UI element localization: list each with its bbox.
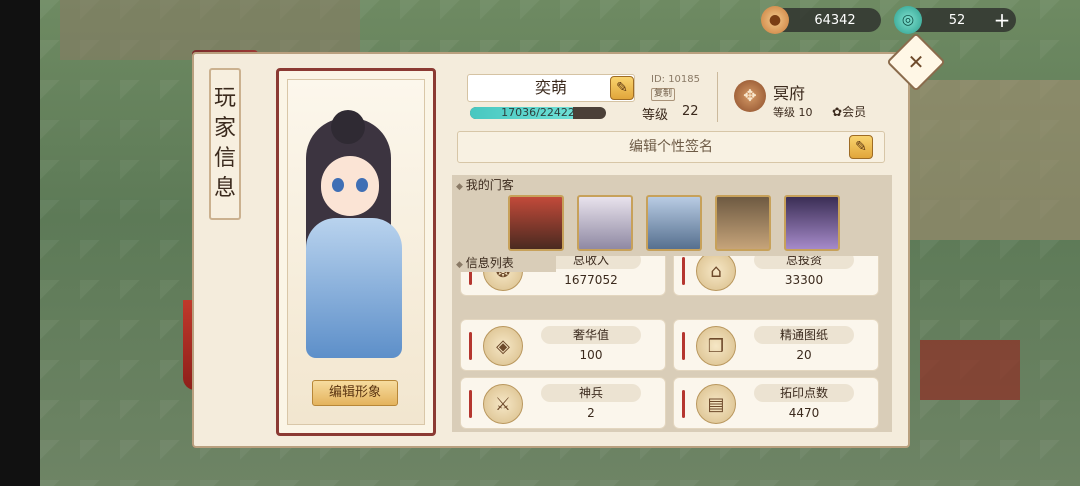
info-label: 奢华值: [541, 326, 641, 344]
guests-header: 我的门客: [456, 176, 514, 194]
panel-title: 玩 家 信 息: [209, 68, 241, 220]
member-icon: ✿: [832, 105, 843, 119]
info-value: 2: [587, 406, 595, 420]
level-label: 等级: [642, 108, 669, 123]
pencil-icon: ✎: [616, 80, 628, 96]
book-icon: ▤: [696, 384, 736, 424]
guest-portrait[interactable]: [508, 195, 564, 251]
signature-field[interactable]: 编辑个性签名: [457, 131, 885, 163]
info-label: 总投资: [754, 256, 854, 269]
background-stall: [920, 340, 1020, 400]
title-char: 家: [213, 116, 236, 141]
info-label: 神兵: [541, 384, 641, 402]
card-accent: [682, 332, 685, 360]
info-card-total-investment: ⌂ 总投资 33300: [673, 256, 879, 296]
guest-portrait[interactable]: [646, 195, 702, 251]
experience-bar: 17036/22422: [470, 107, 606, 119]
info-label: 精通图纸: [754, 326, 854, 344]
info-card-divine-weapons: ⚔ 神兵 2: [460, 377, 666, 429]
info-value: 100: [579, 348, 603, 362]
info-card-rubbing-points: ▤ 拓印点数 4470: [673, 377, 879, 429]
info-header: 信息列表: [456, 254, 556, 272]
info-value: 1677052: [564, 273, 618, 287]
title-char: 玩: [213, 86, 236, 111]
card-accent: [469, 332, 472, 360]
coin-counter[interactable]: ● 64342: [761, 6, 881, 34]
edit-signature-button[interactable]: ✎: [849, 135, 873, 159]
guest-portrait[interactable]: [715, 195, 771, 251]
info-list: ❂ 总收入 1677052 ⌂ 总投资 33300 ◈ 奢华值 100 ❒ 精通…: [452, 256, 892, 432]
info-value: 33300: [784, 273, 824, 287]
info-value: 20: [796, 348, 812, 362]
title-char: 息: [213, 176, 236, 201]
mansion-knot-icon: ✥: [734, 80, 766, 112]
background-building: [890, 80, 1080, 240]
character-face: [321, 156, 379, 216]
experience-text: 17036/22422: [501, 107, 575, 119]
card-accent: [682, 257, 685, 285]
edit-name-button[interactable]: ✎: [610, 76, 634, 100]
divider: [717, 72, 718, 122]
jade-value: 52: [948, 12, 966, 28]
jade-counter[interactable]: ◎ 52 +: [894, 6, 1016, 34]
treasure-icon: ◈: [483, 326, 523, 366]
character-eye: [332, 178, 344, 192]
info-label: 总收入: [541, 256, 641, 269]
screen-edge: [0, 0, 40, 486]
member-status[interactable]: ✿会员: [832, 103, 866, 120]
level-value: 22: [682, 104, 699, 119]
close-icon: ✕: [907, 50, 925, 74]
mansion-name: 冥府: [773, 84, 806, 103]
info-card-luxury: ◈ 奢华值 100: [460, 319, 666, 371]
mansion-level: 等级 10: [773, 106, 813, 119]
scroll-icon: ❒: [696, 326, 736, 366]
edit-appearance-button[interactable]: 编辑形象: [312, 380, 398, 406]
copy-id-button[interactable]: 复制: [651, 88, 676, 101]
info-label: 拓印点数: [754, 384, 854, 402]
member-label: 会员: [842, 105, 867, 119]
title-char: 信: [213, 146, 236, 171]
add-jade-button[interactable]: +: [992, 10, 1012, 30]
info-value: 4470: [788, 406, 820, 420]
coin-value: 64342: [814, 12, 856, 28]
card-accent: [682, 390, 685, 418]
character-eye: [356, 178, 368, 192]
character-robe: [306, 218, 402, 358]
card-accent: [469, 390, 472, 418]
weapon-icon: ⚔: [483, 384, 523, 424]
coin-icon: ●: [761, 6, 789, 34]
info-card-blueprints: ❒ 精通图纸 20: [673, 319, 879, 371]
jade-icon: ◎: [894, 6, 922, 34]
building-icon: ⌂: [696, 256, 736, 291]
player-id: ID: 10185: [651, 74, 701, 85]
character-hair-bun: [331, 110, 365, 144]
pencil-icon: ✎: [855, 139, 867, 155]
guest-portrait[interactable]: [577, 195, 633, 251]
guest-portrait[interactable]: [784, 195, 840, 251]
